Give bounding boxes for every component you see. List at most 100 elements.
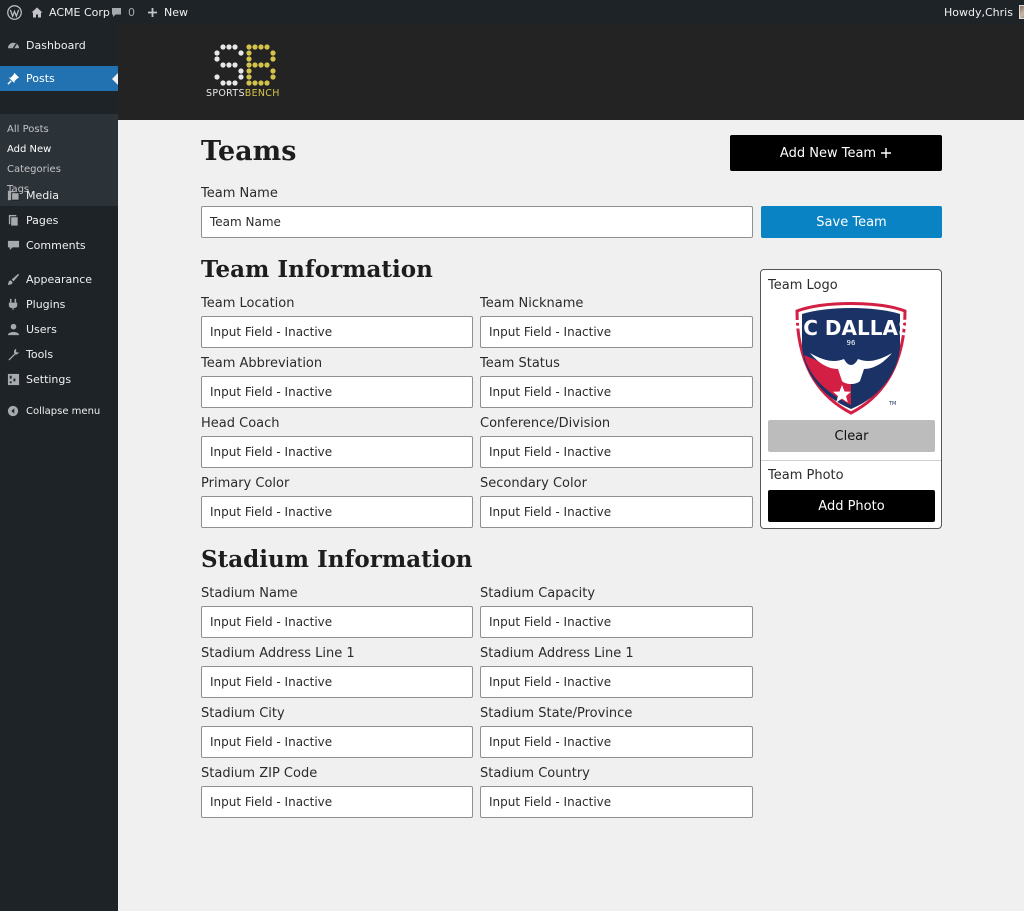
logo-letter-b-dot bbox=[270, 50, 276, 56]
team-location-label: Team Location bbox=[201, 296, 295, 311]
logo-letter-b-dot bbox=[258, 62, 264, 68]
wordpress-logo-icon[interactable] bbox=[7, 0, 22, 24]
logo-letter-b-dot bbox=[264, 62, 270, 68]
card-divider bbox=[761, 460, 941, 461]
wrench-icon bbox=[6, 347, 20, 361]
clear-logo-button[interactable]: Clear bbox=[768, 420, 935, 452]
team-name-input[interactable] bbox=[201, 206, 753, 238]
add-new-team-button[interactable]: Add New Team bbox=[730, 135, 942, 171]
team-logo-label: Team Logo bbox=[768, 278, 838, 293]
comment-count: 0 bbox=[128, 5, 135, 19]
head-coach-input[interactable] bbox=[201, 436, 473, 468]
greeting: Howdy,Chris bbox=[944, 5, 1013, 19]
team-nickname-label: Team Nickname bbox=[480, 296, 584, 311]
sidebar-item-settings[interactable]: Settings bbox=[0, 366, 118, 392]
sidebar-item-label: Pages bbox=[26, 213, 59, 227]
logo-letter-s-dot bbox=[220, 80, 226, 86]
stadium-address-line-1-input[interactable] bbox=[201, 666, 473, 698]
primary-color-label: Primary Color bbox=[201, 476, 290, 491]
comment-icon bbox=[6, 238, 20, 252]
crest-year: 96 bbox=[847, 339, 856, 347]
logo-letter-b-dot bbox=[258, 44, 264, 50]
user-account-menu[interactable]: Howdy,Chris bbox=[944, 0, 1024, 24]
stadium-information-heading: Stadium Information bbox=[201, 546, 473, 573]
sidebar-item-label: Media bbox=[26, 188, 60, 202]
sidebar-item-media[interactable]: Media bbox=[0, 182, 118, 208]
sidebar-item-label: Comments bbox=[26, 238, 86, 252]
team-status-input[interactable] bbox=[480, 376, 753, 408]
sidebar-collapse-menu[interactable]: Collapse menu bbox=[0, 398, 118, 424]
logo-letter-b-dot bbox=[264, 44, 270, 50]
team-information-heading: Team Information bbox=[201, 256, 433, 283]
logo-letter-s-dot bbox=[214, 74, 220, 80]
sidebar-item-label: Dashboard bbox=[26, 38, 86, 52]
crest-tm: TM bbox=[888, 401, 896, 407]
submenu-categories[interactable]: Categories bbox=[7, 164, 61, 175]
logo-letter-s-dot bbox=[220, 62, 226, 68]
secondary-color-input[interactable] bbox=[480, 496, 753, 528]
site-name: ACME Corp bbox=[49, 5, 110, 19]
stadium-address-line-2-input[interactable] bbox=[480, 666, 753, 698]
stadium-city-input[interactable] bbox=[201, 726, 473, 758]
sidebar-item-posts[interactable]: Posts bbox=[0, 66, 118, 91]
site-name-link[interactable]: ACME Corp bbox=[31, 0, 110, 24]
sidebar-item-comments[interactable]: Comments bbox=[0, 232, 118, 258]
secondary-color-label: Secondary Color bbox=[480, 476, 587, 491]
stadium-state-province-input[interactable] bbox=[480, 726, 753, 758]
primary-color-input[interactable] bbox=[201, 496, 473, 528]
comment-bubble-icon bbox=[111, 7, 122, 18]
user-icon bbox=[6, 322, 20, 336]
new-content-link[interactable]: New bbox=[147, 0, 188, 24]
sidebar-item-label: Plugins bbox=[26, 297, 66, 311]
settings-icon bbox=[6, 372, 20, 386]
stadium-zip-code-input[interactable] bbox=[201, 786, 473, 818]
add-photo-button[interactable]: Add Photo bbox=[768, 490, 935, 522]
logo-letter-b-dot bbox=[246, 68, 252, 74]
sidebar-item-plugins[interactable]: Plugins bbox=[0, 291, 118, 317]
team-location-input[interactable] bbox=[201, 316, 473, 348]
plus-icon bbox=[880, 147, 892, 159]
sidebar-item-appearance[interactable]: Appearance bbox=[0, 266, 118, 292]
team-name-label: Team Name bbox=[201, 186, 278, 201]
team-nickname-input[interactable] bbox=[480, 316, 753, 348]
comments-link[interactable]: 0 bbox=[111, 0, 135, 24]
stadium-name-label: Stadium Name bbox=[201, 586, 298, 601]
head-coach-label: Head Coach bbox=[201, 416, 280, 431]
team-abbreviation-input[interactable] bbox=[201, 376, 473, 408]
pages-icon bbox=[6, 213, 20, 227]
sidebar-item-pages[interactable]: Pages bbox=[0, 207, 118, 233]
sidebar-item-label: Posts bbox=[26, 72, 55, 85]
submenu-all-posts[interactable]: All Posts bbox=[7, 124, 49, 135]
pushpin-icon bbox=[6, 72, 20, 86]
logo-letter-b-dot bbox=[246, 44, 252, 50]
stadium-address-line-1-label: Stadium Address Line 1 bbox=[201, 646, 355, 661]
sidebar-item-users[interactable]: Users bbox=[0, 316, 118, 342]
stadium-zip-code-label: Stadium ZIP Code bbox=[201, 766, 318, 781]
stadium-capacity-label: Stadium Capacity bbox=[480, 586, 596, 601]
logo-letter-b-dot bbox=[246, 50, 252, 56]
stadium-capacity-input[interactable] bbox=[480, 606, 753, 638]
save-team-button[interactable]: Save Team bbox=[761, 206, 942, 238]
logo-letter-b-dot bbox=[258, 80, 264, 86]
crest-text: FC DALLAS bbox=[794, 316, 908, 340]
stadium-state-province-label: Stadium State/Province bbox=[480, 706, 633, 721]
sidebar-item-tools[interactable]: Tools bbox=[0, 341, 118, 367]
stadium-name-input[interactable] bbox=[201, 606, 473, 638]
logo-letter-s-dot bbox=[226, 44, 232, 50]
submenu-add-new[interactable]: Add New bbox=[7, 144, 51, 155]
logo-letter-s-dot bbox=[214, 56, 220, 62]
new-label: New bbox=[164, 5, 188, 19]
logo-letter-s-dot bbox=[220, 44, 226, 50]
logo-letter-b-dot bbox=[252, 44, 258, 50]
logo-wordmark: SPORTSBENCH bbox=[206, 88, 280, 99]
team-abbreviation-label: Team Abbreviation bbox=[201, 356, 323, 371]
stadium-country-input[interactable] bbox=[480, 786, 753, 818]
conference-division-input[interactable] bbox=[480, 436, 753, 468]
logo-letter-s-dot bbox=[232, 62, 238, 68]
logo-letter-b-dot bbox=[264, 80, 270, 86]
logo-letter-b-dot bbox=[252, 62, 258, 68]
avatar bbox=[1018, 5, 1024, 19]
logo-letter-s-dot bbox=[214, 50, 220, 56]
sidebar-item-dashboard[interactable]: Dashboard bbox=[0, 32, 118, 58]
logo-letter-b-dot bbox=[270, 56, 276, 62]
